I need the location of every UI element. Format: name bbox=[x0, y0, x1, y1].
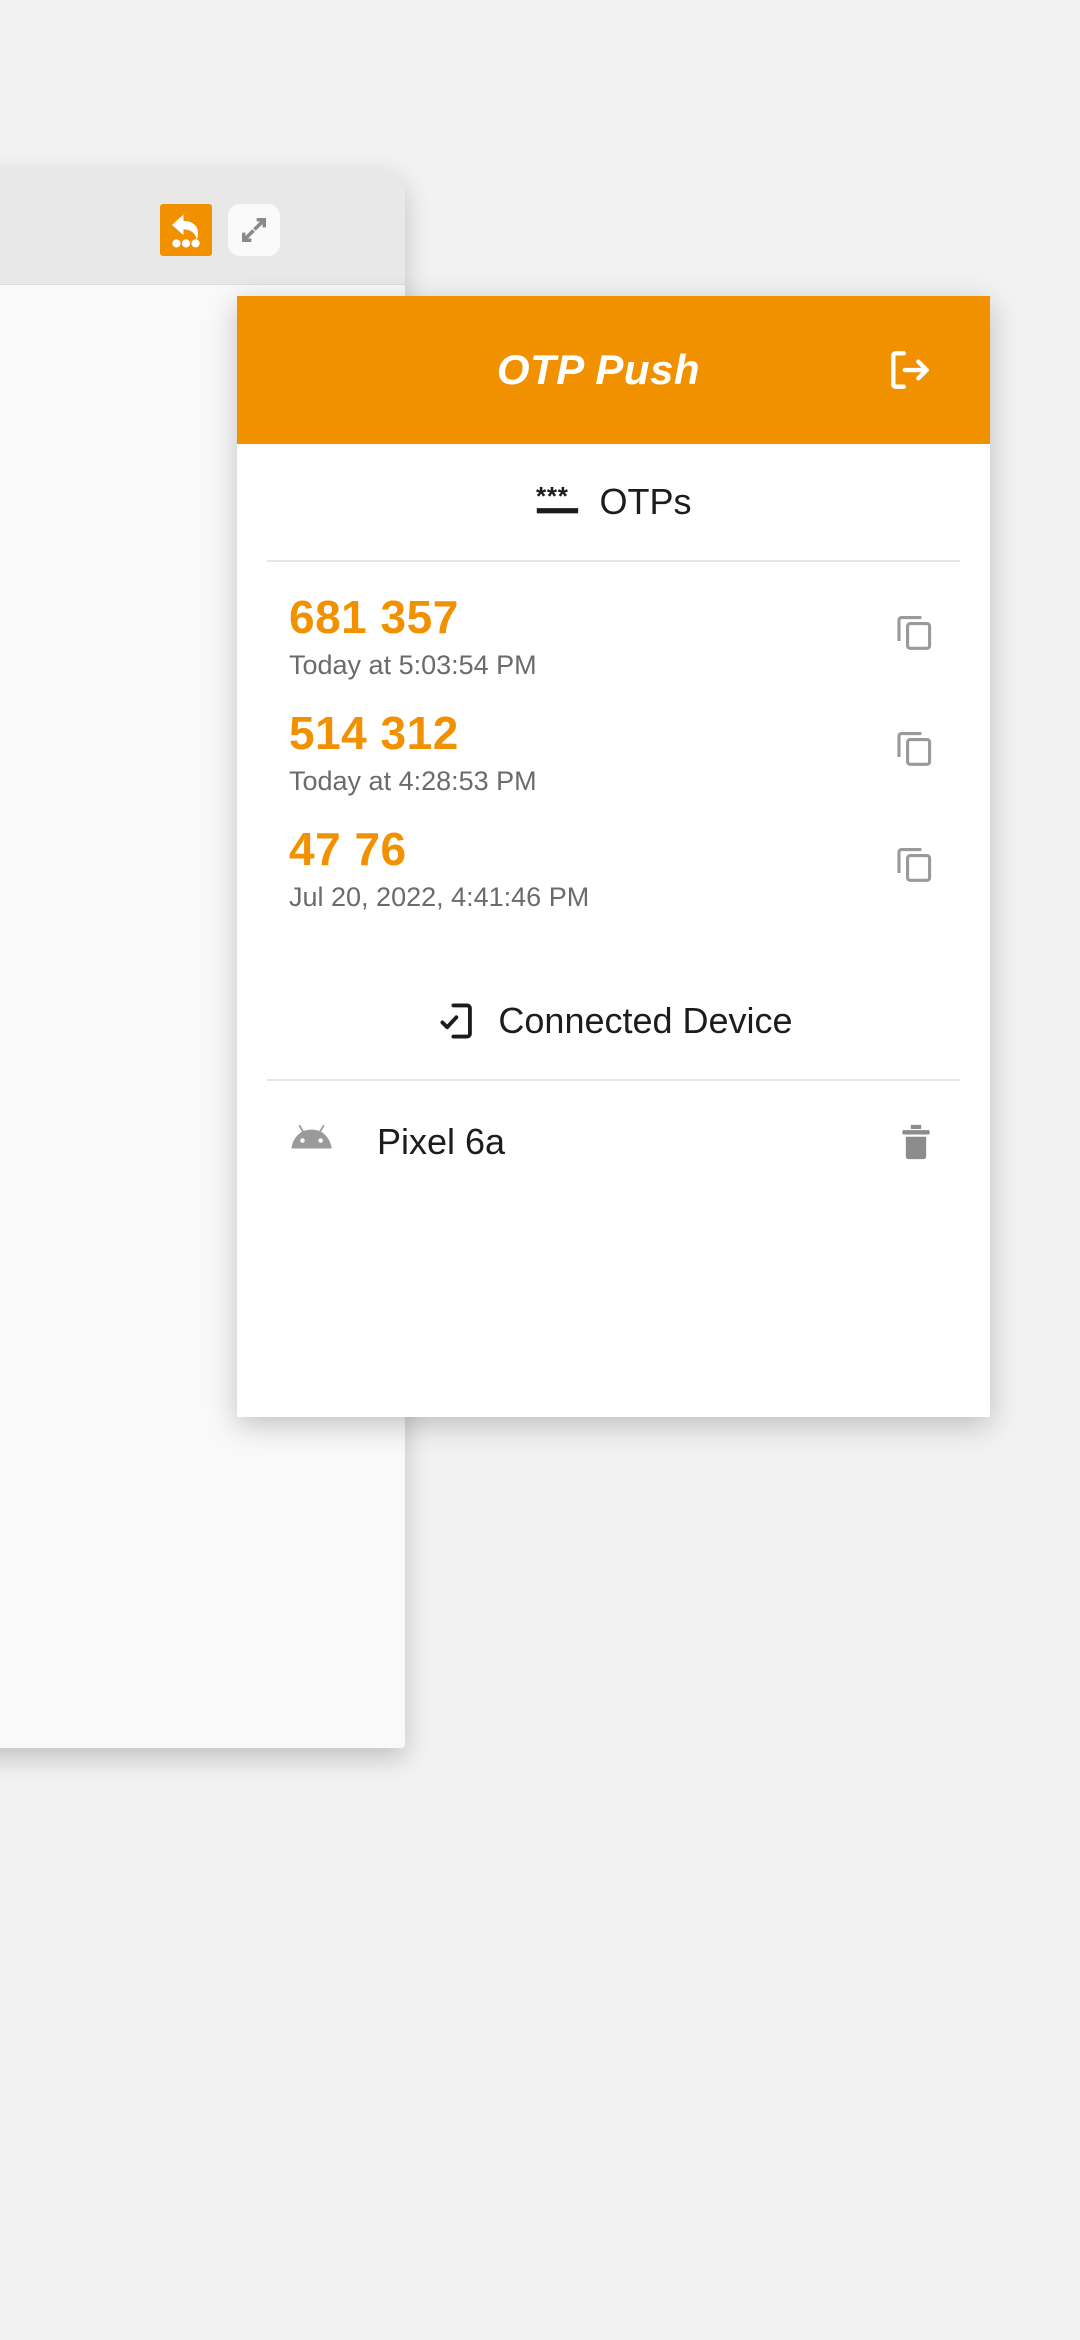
asterisk-keypad-icon: *** bbox=[535, 480, 583, 524]
popup-body: *** OTPs 681 357 Today at 5:03:54 PM 514… bbox=[237, 444, 990, 1193]
otp-code: 514 312 bbox=[289, 707, 459, 760]
android-icon bbox=[289, 1120, 347, 1164]
otps-section-heading: *** OTPs bbox=[237, 444, 990, 560]
device-section-heading: Connected Device bbox=[237, 963, 990, 1079]
otp-row-text: 514 312 Today at 4:28:53 PM bbox=[289, 708, 537, 796]
otp-row[interactable]: 681 357 Today at 5:03:54 PM bbox=[237, 578, 990, 694]
device-heading-label: Connected Device bbox=[498, 999, 793, 1041]
trash-icon[interactable] bbox=[894, 1117, 938, 1167]
logout-icon[interactable] bbox=[882, 342, 938, 398]
otp-timestamp: Today at 5:03:54 PM bbox=[289, 649, 537, 680]
screen-root: OTP Push *** OTPs 681 357 Today at 5:03:… bbox=[0, 0, 1080, 2340]
copy-icon[interactable] bbox=[890, 604, 938, 656]
otp-row-text: 681 357 Today at 5:03:54 PM bbox=[289, 591, 537, 680]
copy-icon[interactable] bbox=[890, 720, 938, 772]
otp-push-extension-icon[interactable] bbox=[160, 204, 212, 256]
connected-device-section: Connected Device Pixel 6a bbox=[237, 937, 990, 1193]
otp-push-popup: OTP Push *** OTPs 681 357 Today at 5:03:… bbox=[237, 296, 990, 1417]
resize-expand-icon[interactable] bbox=[228, 204, 280, 256]
svg-text:***: *** bbox=[536, 482, 569, 511]
otp-timestamp: Today at 4:28:53 PM bbox=[289, 765, 537, 796]
otp-row[interactable]: 514 312 Today at 4:28:53 PM bbox=[237, 694, 990, 810]
phone-check-icon bbox=[434, 999, 482, 1043]
device-list-item[interactable]: Pixel 6a bbox=[237, 1081, 990, 1193]
otp-code: 47 76 bbox=[289, 823, 407, 876]
otp-row-text: 47 76 Jul 20, 2022, 4:41:46 PM bbox=[289, 824, 589, 912]
copy-icon[interactable] bbox=[890, 836, 938, 888]
otps-heading-label: OTPs bbox=[599, 481, 692, 522]
page-title: OTP Push bbox=[496, 346, 701, 393]
device-name-label: Pixel 6a bbox=[377, 1120, 506, 1162]
popup-header: OTP Push bbox=[237, 296, 990, 444]
otp-code: 681 357 bbox=[289, 591, 459, 643]
otp-list: 681 357 Today at 5:03:54 PM 514 312 Toda… bbox=[237, 562, 990, 937]
otp-timestamp: Jul 20, 2022, 4:41:46 PM bbox=[289, 881, 590, 912]
browser-toolbar bbox=[0, 168, 405, 284]
otp-row[interactable]: 47 76 Jul 20, 2022, 4:41:46 PM bbox=[237, 810, 990, 926]
